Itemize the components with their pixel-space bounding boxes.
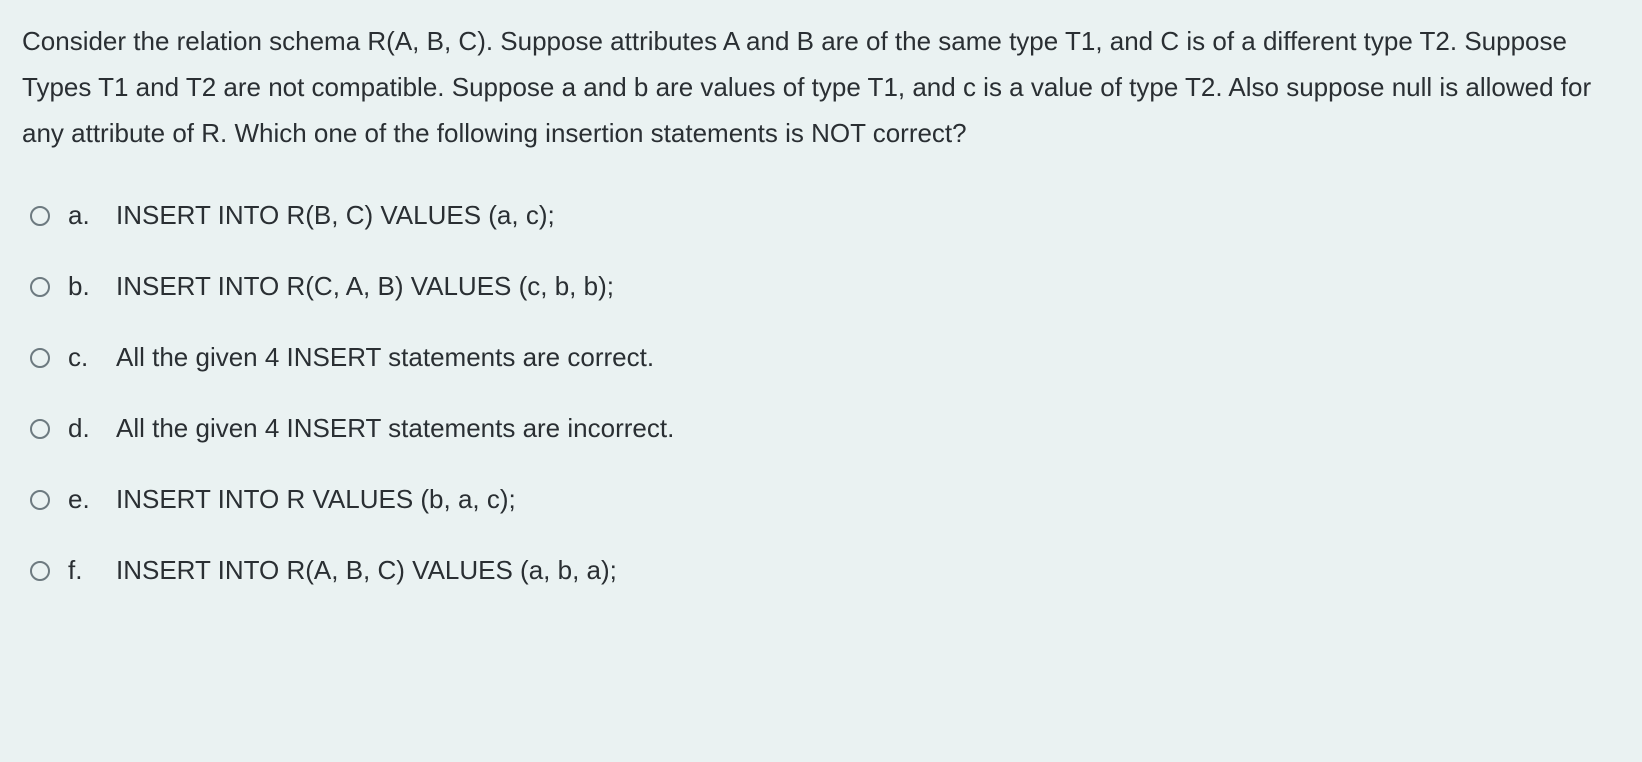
option-b[interactable]: b. INSERT INTO R(C, A, B) VALUES (c, b, … bbox=[30, 271, 1620, 302]
radio-option-d[interactable] bbox=[30, 419, 50, 439]
option-letter: d. bbox=[68, 413, 98, 444]
option-letter: e. bbox=[68, 484, 98, 515]
option-text: INSERT INTO R(A, B, C) VALUES (a, b, a); bbox=[116, 555, 617, 586]
radio-option-b[interactable] bbox=[30, 277, 50, 297]
option-text: INSERT INTO R(C, A, B) VALUES (c, b, b); bbox=[116, 271, 614, 302]
option-letter: c. bbox=[68, 342, 98, 373]
options-list: a. INSERT INTO R(B, C) VALUES (a, c); b.… bbox=[22, 200, 1620, 586]
option-f[interactable]: f. INSERT INTO R(A, B, C) VALUES (a, b, … bbox=[30, 555, 1620, 586]
option-letter: f. bbox=[68, 555, 98, 586]
radio-option-e[interactable] bbox=[30, 490, 50, 510]
option-text: INSERT INTO R(B, C) VALUES (a, c); bbox=[116, 200, 555, 231]
radio-option-f[interactable] bbox=[30, 561, 50, 581]
option-text: INSERT INTO R VALUES (b, a, c); bbox=[116, 484, 516, 515]
option-c[interactable]: c. All the given 4 INSERT statements are… bbox=[30, 342, 1620, 373]
option-letter: b. bbox=[68, 271, 98, 302]
option-text: All the given 4 INSERT statements are co… bbox=[116, 342, 654, 373]
option-e[interactable]: e. INSERT INTO R VALUES (b, a, c); bbox=[30, 484, 1620, 515]
radio-option-c[interactable] bbox=[30, 348, 50, 368]
radio-option-a[interactable] bbox=[30, 206, 50, 226]
option-letter: a. bbox=[68, 200, 98, 231]
option-d[interactable]: d. All the given 4 INSERT statements are… bbox=[30, 413, 1620, 444]
quiz-question-block: Consider the relation schema R(A, B, C).… bbox=[0, 0, 1642, 606]
option-a[interactable]: a. INSERT INTO R(B, C) VALUES (a, c); bbox=[30, 200, 1620, 231]
question-text: Consider the relation schema R(A, B, C).… bbox=[22, 18, 1620, 156]
option-text: All the given 4 INSERT statements are in… bbox=[116, 413, 674, 444]
